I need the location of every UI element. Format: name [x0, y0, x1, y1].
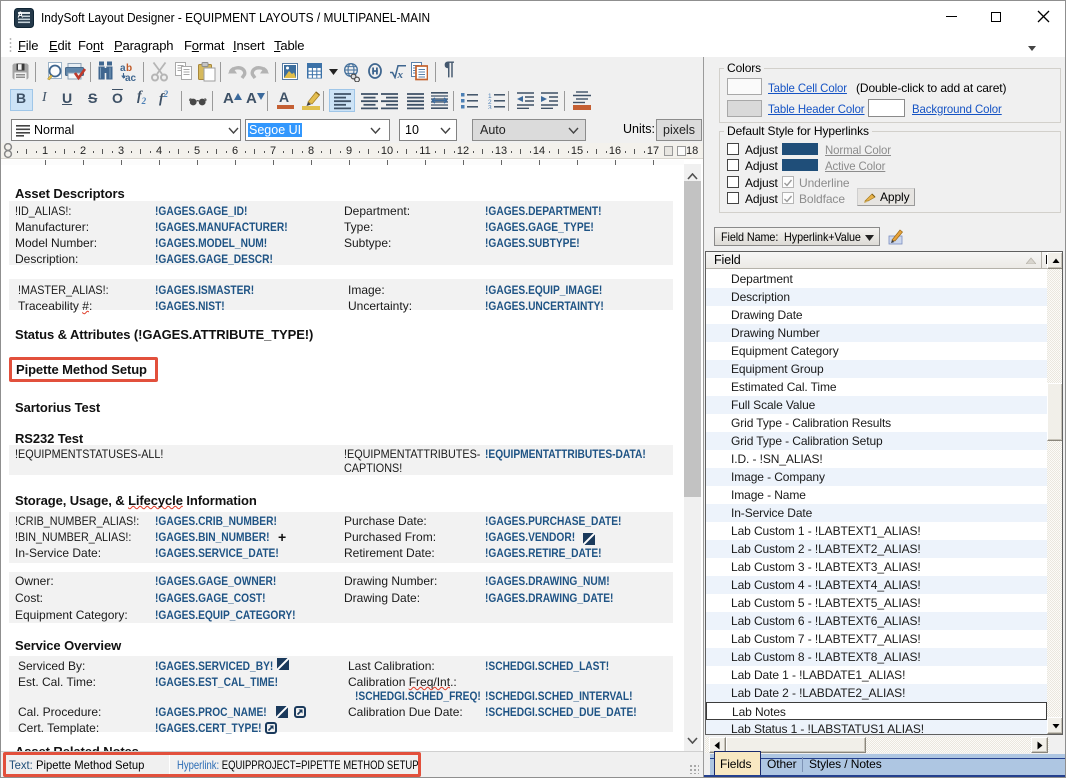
svg-text:x: x	[397, 69, 404, 79]
svg-text:3: 3	[488, 105, 492, 110]
svg-text:ac: ac	[125, 73, 137, 82]
svg-text:A: A	[18, 11, 24, 20]
